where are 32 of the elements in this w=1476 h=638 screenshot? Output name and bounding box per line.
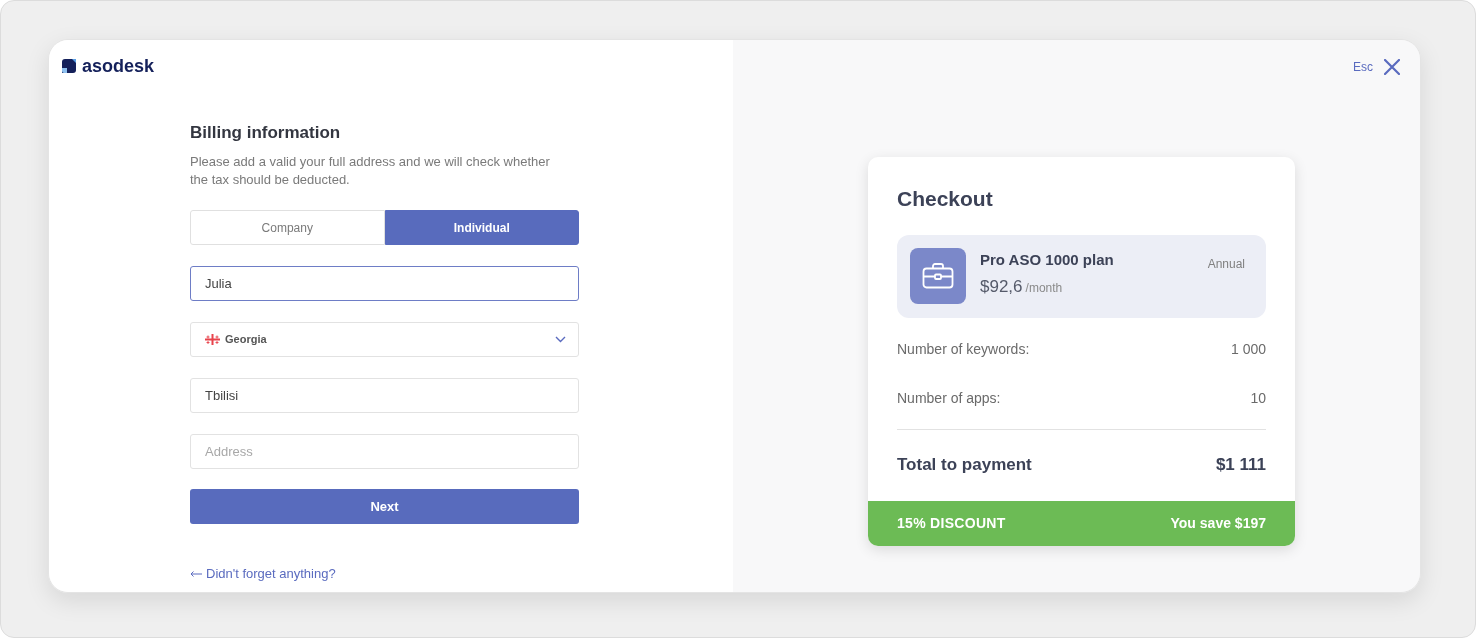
- country-select[interactable]: Georgia: [190, 322, 579, 357]
- billing-description: Please add a valid your full address and we will check whether the tax should be deducted.: [190, 153, 551, 189]
- billing-title: Billing information: [190, 122, 342, 144]
- detail-label: Number of apps:: [897, 389, 1001, 408]
- savings-text: You save $197: [1170, 514, 1266, 533]
- briefcase-icon: [910, 248, 966, 304]
- logo-icon: [62, 59, 76, 73]
- total-value: $1 111: [1215, 454, 1266, 477]
- next-button[interactable]: Next: [190, 489, 579, 524]
- arrow-left-icon: [190, 571, 202, 577]
- input-field[interactable]: Address: [190, 434, 579, 469]
- plan-price: $92,6: [980, 276, 1023, 298]
- back-link[interactable]: Didn't forget anything?: [190, 565, 336, 583]
- price-period: /month: [1025, 280, 1063, 297]
- plan-name: Pro ASO 1000 plan: [980, 250, 1115, 270]
- checkout-title: Checkout: [897, 186, 994, 212]
- input-field[interactable]: Tbilisi: [190, 378, 579, 413]
- billing-period: Annual: [1207, 256, 1245, 273]
- country-value: Georgia: [225, 332, 268, 348]
- esc-label: Esc: [1353, 59, 1373, 76]
- input-field[interactable]: Julia: [190, 266, 579, 301]
- type-tab[interactable]: Individual: [384, 210, 579, 245]
- detail-value: 10: [1250, 389, 1266, 408]
- close-icon[interactable]: [1384, 59, 1400, 75]
- logo-text: asodesk: [82, 55, 155, 78]
- type-tab[interactable]: Company: [190, 210, 385, 245]
- flag-icon: [205, 334, 220, 345]
- detail-value: 1 000: [1230, 340, 1266, 359]
- total-label: Total to payment: [897, 454, 1032, 477]
- chevron-down-icon: [555, 336, 566, 343]
- detail-label: Number of keywords:: [897, 340, 1030, 359]
- discount-label: 15% DISCOUNT: [897, 514, 1006, 533]
